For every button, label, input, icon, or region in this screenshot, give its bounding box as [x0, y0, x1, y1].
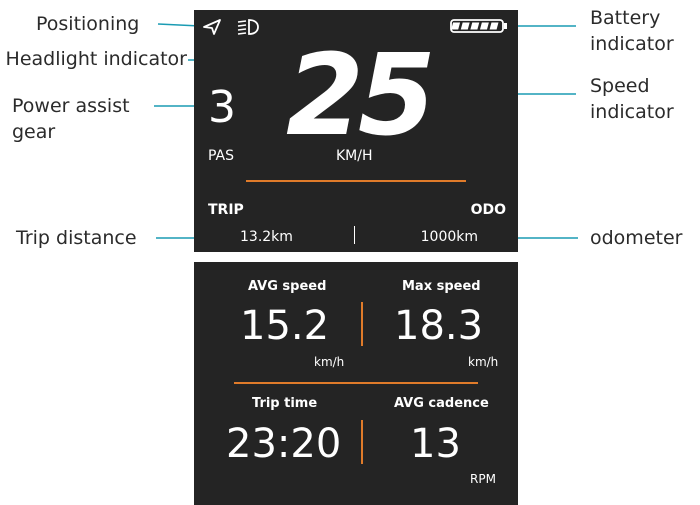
- callout-odometer: odometer: [590, 227, 683, 249]
- odo-label: ODO: [470, 202, 506, 218]
- avg-cadence-label: AVG cadence: [394, 396, 489, 411]
- trip-odo-separator: [354, 226, 355, 244]
- odo-value: 1000km: [420, 229, 478, 245]
- trip-time-label: Trip time: [252, 396, 318, 411]
- avg-cadence-value: 13: [410, 421, 461, 467]
- trip-time-value: 23:20: [226, 421, 342, 467]
- callout-positioning: Positioning: [36, 13, 140, 35]
- battery-icon: [450, 19, 507, 33]
- callout-power-assist: Power assist gear: [12, 95, 130, 143]
- trip-label: TRIP: [208, 202, 244, 218]
- avg-speed-value: 15.2: [240, 303, 330, 349]
- pas-label: PAS: [208, 148, 235, 164]
- pas-value: 3: [208, 82, 236, 133]
- speed-value: 25: [286, 31, 436, 161]
- avg-speed-unit: km/h: [314, 355, 345, 369]
- callout-trip-distance: Trip distance: [16, 227, 137, 249]
- bottom-display-screen: AVG speed Max speed 15.2 18.3 km/h km/h …: [194, 262, 518, 505]
- headlight-icon: [237, 19, 259, 35]
- callout-speed: Speed indicator: [590, 75, 674, 123]
- top-orange-divider: [246, 180, 466, 182]
- max-speed-value: 18.3: [394, 303, 484, 349]
- trip-value: 13.2km: [240, 229, 293, 245]
- max-speed-label: Max speed: [402, 279, 481, 294]
- avg-speed-label: AVG speed: [248, 279, 327, 294]
- battery-cell: [451, 22, 461, 30]
- battery-cell: [489, 22, 499, 30]
- lower-vertical-divider: [361, 420, 363, 464]
- speed-unit: KM/H: [336, 148, 373, 164]
- battery-cell: [470, 22, 480, 30]
- avg-cadence-unit: RPM: [470, 472, 496, 486]
- max-speed-unit: km/h: [468, 355, 499, 369]
- callout-battery: Battery indicator: [590, 7, 674, 55]
- callout-headlight: Headlight indicator: [5, 48, 187, 70]
- battery-cell: [479, 22, 489, 30]
- bottom-orange-divider: [234, 382, 478, 384]
- top-display-screen: 25 KM/H 3 PAS TRIP ODO 13.2km 1000km: [194, 10, 518, 252]
- positioning-icon: [203, 19, 221, 35]
- upper-vertical-divider: [361, 302, 363, 346]
- battery-cell: [460, 22, 470, 30]
